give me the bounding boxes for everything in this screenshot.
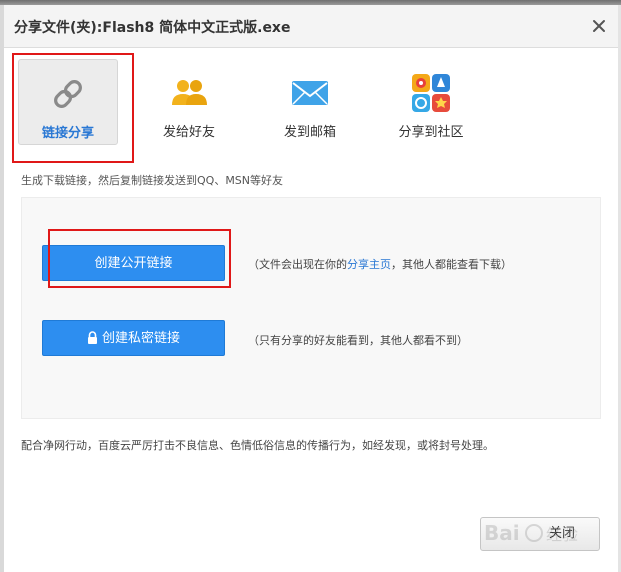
tab-send-friends[interactable]: 发给好友: [139, 59, 239, 145]
close-button[interactable]: 关闭: [480, 517, 600, 551]
tab-send-email-label: 发到邮箱: [283, 125, 336, 140]
public-link-desc-before: （文件会出现在你的: [248, 258, 347, 271]
mail-icon: [290, 73, 330, 113]
close-button-label: 关闭: [548, 526, 575, 541]
public-link-desc-after: ，其他人都能查看下载）: [391, 258, 512, 271]
share-dialog: 分享文件(夹):Flash8 简体中文正式版.exe 链接分享 发给好友 发到邮…: [4, 5, 618, 572]
tab-share-community-label: 分享到社区: [398, 125, 464, 140]
share-dialog-window: 分享文件(夹):Flash8 简体中文正式版.exe 链接分享 发给好友 发到邮…: [0, 0, 621, 572]
tab-send-friends-label: 发给好友: [162, 125, 215, 140]
policy-notice: 配合净网行动，百度云严厉打击不良信息、色情低俗信息的传播行为，如经发现，或将封号…: [21, 439, 494, 452]
link-icon: [48, 74, 88, 114]
public-link-description: （文件会出现在你的分享主页，其他人都能查看下载）: [248, 256, 512, 272]
share-hint-text: 生成下载链接，然后复制链接发送到QQ、MSN等好友: [21, 174, 284, 187]
create-public-link-button[interactable]: 创建公开链接: [42, 245, 225, 281]
create-private-link-button[interactable]: 创建私密链接: [42, 320, 225, 356]
tab-share-community[interactable]: 分享到社区: [381, 59, 481, 145]
friends-icon: [169, 73, 209, 113]
share-homepage-link[interactable]: 分享主页: [347, 258, 391, 271]
close-icon[interactable]: [590, 17, 608, 35]
link-options-panel: [21, 197, 601, 419]
create-public-link-label: 创建公开链接: [94, 256, 173, 271]
tab-link-share-label: 链接分享: [41, 126, 94, 141]
community-icon: [411, 73, 451, 113]
dialog-titlebar: 分享文件(夹):Flash8 简体中文正式版.exe: [4, 5, 618, 48]
tab-link-share[interactable]: 链接分享: [18, 59, 118, 145]
private-link-description: （只有分享的好友能看到，其他人都看不到）: [248, 334, 468, 347]
lock-icon: [87, 323, 98, 359]
create-private-link-label: 创建私密链接: [101, 331, 180, 346]
tab-send-email[interactable]: 发到邮箱: [260, 59, 360, 145]
dialog-title: 分享文件(夹):Flash8 简体中文正式版.exe: [14, 20, 291, 36]
